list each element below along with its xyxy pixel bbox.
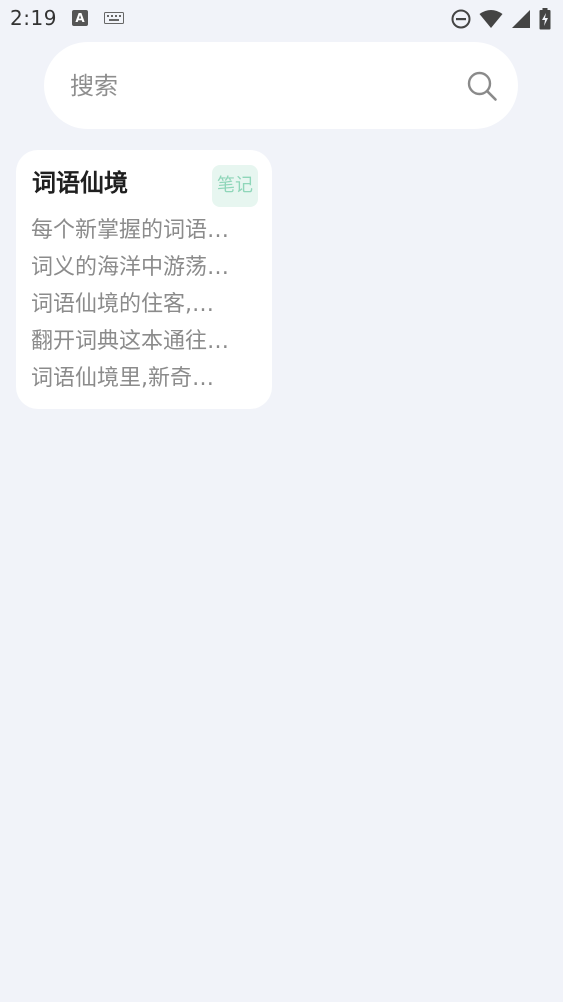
status-left-icons: A (72, 10, 124, 26)
note-preview-line: 词语仙境里,新奇… (31, 366, 214, 391)
battery-charging-icon (539, 8, 551, 30)
note-card[interactable]: 词语仙境 笔记 每个新掌握的词语… 词义的海洋中游荡… 词语仙境的住客,… 翻开… (16, 150, 272, 409)
note-preview-line: 词义的海洋中游荡… (31, 255, 230, 280)
wifi-icon (479, 10, 503, 28)
note-preview-line: 每个新掌握的词语… (31, 218, 230, 243)
note-preview: 每个新掌握的词语… 词义的海洋中游荡… 词语仙境的住客,… 翻开词典这本通往… … (31, 212, 259, 397)
status-right-icons (451, 8, 551, 30)
note-tag: 笔记 (212, 165, 258, 207)
cellular-signal-icon (512, 10, 530, 28)
note-preview-line: 词语仙境的住客,… (31, 292, 214, 317)
search-icon[interactable] (466, 70, 498, 102)
do-not-disturb-icon (451, 9, 471, 29)
note-preview-line: 翻开词典这本通往… (31, 329, 230, 354)
search-bar[interactable]: 搜索 (44, 42, 518, 129)
a-icon-letter: A (75, 11, 85, 25)
note-title: 词语仙境 (32, 169, 128, 197)
keyboard-icon (104, 12, 124, 24)
a-icon: A (72, 10, 88, 26)
search-input[interactable]: 搜索 (70, 71, 118, 101)
status-bar: 2:19 A (0, 0, 563, 38)
status-time: 2:19 (10, 6, 57, 30)
